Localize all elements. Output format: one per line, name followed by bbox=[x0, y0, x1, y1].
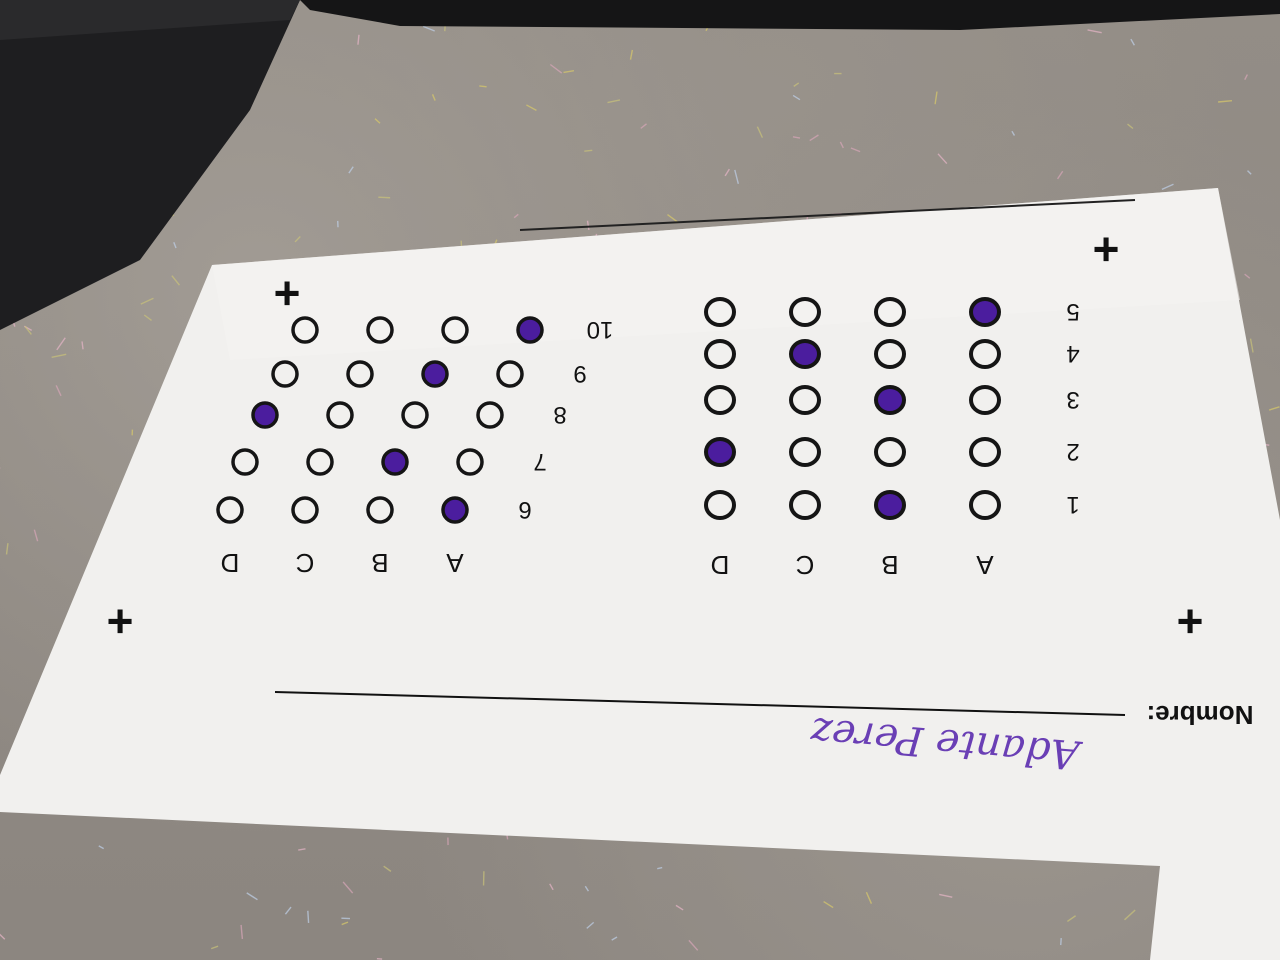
question-number-3: 3 bbox=[1066, 386, 1079, 413]
question-number-5: 5 bbox=[1066, 298, 1079, 325]
column-letter-c: C bbox=[796, 550, 815, 580]
registration-mark-bottom-right: + bbox=[1177, 596, 1204, 648]
registration-mark-bottom-left: + bbox=[107, 596, 134, 648]
question-number-4: 4 bbox=[1066, 340, 1079, 367]
registration-mark-top-left: + bbox=[274, 268, 301, 320]
bubble-q9-b-filled[interactable] bbox=[421, 360, 449, 388]
bubble-q6-a-filled[interactable] bbox=[441, 496, 469, 524]
name-label: Nombre: bbox=[1147, 700, 1254, 730]
question-number-8: 8 bbox=[553, 401, 566, 428]
column-letter-d: D bbox=[711, 550, 730, 580]
bubble-q7-b-filled[interactable] bbox=[381, 448, 409, 476]
column-letter-a: A bbox=[976, 550, 994, 580]
question-number-10: 10 bbox=[587, 316, 614, 343]
bubble-q3-b-filled[interactable] bbox=[874, 385, 906, 415]
column-letter-a: A bbox=[446, 548, 464, 578]
answer-sheet: + + + + Nombre: Adante Perez ABCD12345 A… bbox=[0, 188, 1280, 960]
question-number-9: 9 bbox=[573, 360, 586, 387]
bubble-q5-a-filled[interactable] bbox=[969, 297, 1001, 327]
column-letter-d: D bbox=[221, 548, 240, 578]
question-number-2: 2 bbox=[1066, 438, 1079, 465]
bubble-q10-a-filled[interactable] bbox=[516, 316, 544, 344]
bubble-q8-d-filled[interactable] bbox=[251, 401, 279, 429]
registration-mark-top-right: + bbox=[1093, 224, 1120, 276]
bubble-q4-c-filled[interactable] bbox=[789, 339, 821, 369]
question-number-6: 6 bbox=[518, 496, 531, 523]
question-number-1: 1 bbox=[1066, 491, 1079, 518]
column-letter-c: C bbox=[296, 548, 315, 578]
bubble-q1-b-filled[interactable] bbox=[874, 490, 906, 520]
bubble-q2-d-filled[interactable] bbox=[704, 437, 736, 467]
column-letter-b: B bbox=[371, 548, 388, 578]
question-number-7: 7 bbox=[533, 448, 546, 475]
column-letter-b: B bbox=[881, 550, 898, 580]
photo-scene: + + + + Nombre: Adante Perez ABCD12345 A… bbox=[0, 0, 1280, 960]
